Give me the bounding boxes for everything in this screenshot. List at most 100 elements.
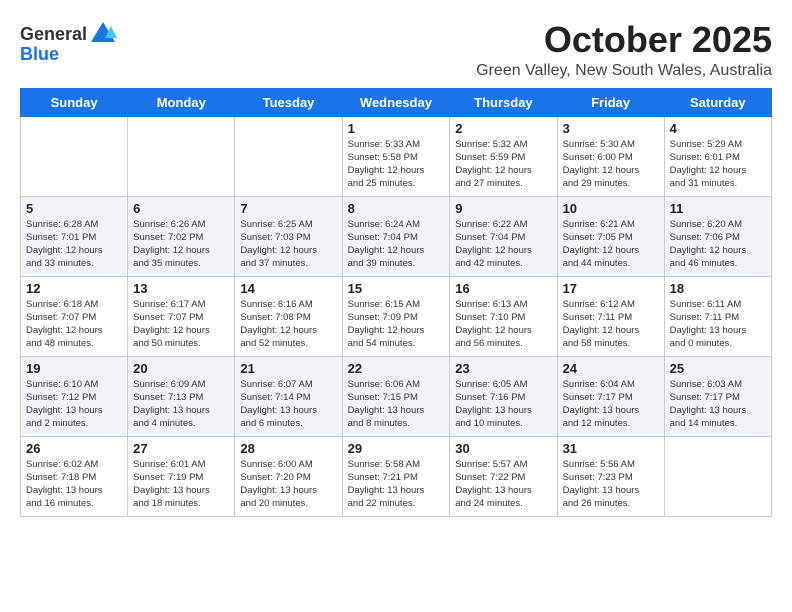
day-number: 12 [26, 281, 122, 296]
month-title: October 2025 [476, 20, 772, 60]
day-info: Sunrise: 6:16 AM Sunset: 7:08 PM Dayligh… [240, 298, 336, 351]
header-saturday: Saturday [664, 88, 771, 116]
day-info: Sunrise: 6:24 AM Sunset: 7:04 PM Dayligh… [348, 218, 445, 271]
day-number: 23 [455, 361, 551, 376]
calendar-cell: 9Sunrise: 6:22 AM Sunset: 7:04 PM Daylig… [450, 196, 557, 276]
day-info: Sunrise: 6:10 AM Sunset: 7:12 PM Dayligh… [26, 378, 122, 431]
calendar-table: Sunday Monday Tuesday Wednesday Thursday… [20, 88, 772, 517]
day-info: Sunrise: 5:57 AM Sunset: 7:22 PM Dayligh… [455, 458, 551, 511]
logo-icon [89, 20, 117, 48]
day-info: Sunrise: 6:28 AM Sunset: 7:01 PM Dayligh… [26, 218, 122, 271]
day-number: 7 [240, 201, 336, 216]
calendar-cell: 1 Sunrise: 5:33 AM Sunset: 5:58 PM Daylig… [342, 116, 450, 196]
day-info: Sunrise: 6:26 AM Sunset: 7:02 PM Dayligh… [133, 218, 229, 271]
logo-general: General [20, 24, 87, 45]
calendar-cell: 29 Sunrise: 5:58 AM Sunset: 7:21 PM Dayli… [342, 436, 450, 516]
calendar-cell: 27 Sunrise: 6:01 AM Sunset: 7:19 PM Dayli… [128, 436, 235, 516]
calendar-cell: 21 Sunrise: 6:07 AM Sunset: 7:14 PM Dayli… [235, 356, 342, 436]
day-info: Sunrise: 6:00 AM Sunset: 7:20 PM Dayligh… [240, 458, 336, 511]
calendar-cell: 3 Sunrise: 5:30 AM Sunset: 6:00 PM Daylig… [557, 116, 664, 196]
calendar-cell [664, 436, 771, 516]
day-number: 30 [455, 441, 551, 456]
page-header: General Blue October 2025 Green Valley, … [20, 20, 772, 80]
day-info: Sunrise: 6:01 AM Sunset: 7:19 PM Dayligh… [133, 458, 229, 511]
day-info: Sunrise: 6:17 AM Sunset: 7:07 PM Dayligh… [133, 298, 229, 351]
calendar-cell: 20Sunrise: 6:09 AM Sunset: 7:13 PM Dayli… [128, 356, 235, 436]
calendar-cell: 11 Sunrise: 6:20 AM Sunset: 7:06 PM Dayli… [664, 196, 771, 276]
day-number: 27 [133, 441, 229, 456]
calendar-cell: 15 Sunrise: 6:15 AM Sunset: 7:09 PM Dayli… [342, 276, 450, 356]
day-info: Sunrise: 6:25 AM Sunset: 7:03 PM Dayligh… [240, 218, 336, 271]
calendar-cell: 14 Sunrise: 6:16 AM Sunset: 7:08 PM Dayli… [235, 276, 342, 356]
calendar-cell: 12Sunrise: 6:18 AM Sunset: 7:07 PM Dayli… [21, 276, 128, 356]
day-info: Sunrise: 6:15 AM Sunset: 7:09 PM Dayligh… [348, 298, 445, 351]
day-number: 31 [563, 441, 659, 456]
calendar-cell: 13 Sunrise: 6:17 AM Sunset: 7:07 PM Dayli… [128, 276, 235, 356]
day-info: Sunrise: 5:58 AM Sunset: 7:21 PM Dayligh… [348, 458, 445, 511]
day-number: 25 [670, 361, 766, 376]
day-number: 3 [563, 121, 659, 136]
calendar-cell: 4Sunrise: 5:29 AM Sunset: 6:01 PM Daylig… [664, 116, 771, 196]
calendar-cell: 5 Sunrise: 6:28 AM Sunset: 7:01 PM Daylig… [21, 196, 128, 276]
header-monday: Monday [128, 88, 235, 116]
calendar-cell: 26 Sunrise: 6:02 AM Sunset: 7:18 PM Dayli… [21, 436, 128, 516]
day-number: 5 [26, 201, 122, 216]
calendar-cell [21, 116, 128, 196]
calendar-week-1: 1 Sunrise: 5:33 AM Sunset: 5:58 PM Daylig… [21, 116, 772, 196]
day-number: 16 [455, 281, 551, 296]
day-number: 24 [563, 361, 659, 376]
day-info: Sunrise: 6:02 AM Sunset: 7:18 PM Dayligh… [26, 458, 122, 511]
calendar-cell [235, 116, 342, 196]
calendar-cell: 17Sunrise: 6:12 AM Sunset: 7:11 PM Dayli… [557, 276, 664, 356]
calendar-cell: 23 Sunrise: 6:05 AM Sunset: 7:16 PM Dayli… [450, 356, 557, 436]
day-number: 29 [348, 441, 445, 456]
weekday-header-row: Sunday Monday Tuesday Wednesday Thursday… [21, 88, 772, 116]
day-info: Sunrise: 6:06 AM Sunset: 7:15 PM Dayligh… [348, 378, 445, 431]
calendar-cell: 25Sunrise: 6:03 AM Sunset: 7:17 PM Dayli… [664, 356, 771, 436]
day-number: 13 [133, 281, 229, 296]
header-wednesday: Wednesday [342, 88, 450, 116]
day-number: 14 [240, 281, 336, 296]
calendar-cell: 10 Sunrise: 6:21 AM Sunset: 7:05 PM Dayli… [557, 196, 664, 276]
day-number: 26 [26, 441, 122, 456]
calendar-week-2: 5 Sunrise: 6:28 AM Sunset: 7:01 PM Daylig… [21, 196, 772, 276]
day-info: Sunrise: 5:30 AM Sunset: 6:00 PM Dayligh… [563, 138, 659, 191]
calendar-cell: 19 Sunrise: 6:10 AM Sunset: 7:12 PM Dayli… [21, 356, 128, 436]
day-number: 2 [455, 121, 551, 136]
day-number: 10 [563, 201, 659, 216]
header-thursday: Thursday [450, 88, 557, 116]
day-number: 19 [26, 361, 122, 376]
calendar-cell: 18Sunrise: 6:11 AM Sunset: 7:11 PM Dayli… [664, 276, 771, 356]
day-number: 22 [348, 361, 445, 376]
day-info: Sunrise: 6:05 AM Sunset: 7:16 PM Dayligh… [455, 378, 551, 431]
day-number: 21 [240, 361, 336, 376]
day-info: Sunrise: 6:21 AM Sunset: 7:05 PM Dayligh… [563, 218, 659, 271]
day-info: Sunrise: 5:32 AM Sunset: 5:59 PM Dayligh… [455, 138, 551, 191]
logo: General Blue [20, 20, 117, 65]
day-info: Sunrise: 6:04 AM Sunset: 7:17 PM Dayligh… [563, 378, 659, 431]
calendar-cell: 30 Sunrise: 5:57 AM Sunset: 7:22 PM Dayli… [450, 436, 557, 516]
day-number: 4 [670, 121, 766, 136]
day-info: Sunrise: 6:13 AM Sunset: 7:10 PM Dayligh… [455, 298, 551, 351]
day-info: Sunrise: 6:07 AM Sunset: 7:14 PM Dayligh… [240, 378, 336, 431]
calendar-cell: 2 Sunrise: 5:32 AM Sunset: 5:59 PM Daylig… [450, 116, 557, 196]
calendar-cell: 7 Sunrise: 6:25 AM Sunset: 7:03 PM Daylig… [235, 196, 342, 276]
day-info: Sunrise: 5:33 AM Sunset: 5:58 PM Dayligh… [348, 138, 445, 191]
day-number: 15 [348, 281, 445, 296]
day-number: 1 [348, 121, 445, 136]
calendar-cell: 28Sunrise: 6:00 AM Sunset: 7:20 PM Dayli… [235, 436, 342, 516]
day-info: Sunrise: 6:20 AM Sunset: 7:06 PM Dayligh… [670, 218, 766, 271]
header-tuesday: Tuesday [235, 88, 342, 116]
calendar-cell: 31 Sunrise: 5:56 AM Sunset: 7:23 PM Dayli… [557, 436, 664, 516]
day-number: 11 [670, 201, 766, 216]
calendar-week-4: 19 Sunrise: 6:10 AM Sunset: 7:12 PM Dayli… [21, 356, 772, 436]
calendar-cell: 6 Sunrise: 6:26 AM Sunset: 7:02 PM Daylig… [128, 196, 235, 276]
location-subtitle: Green Valley, New South Wales, Australia [476, 62, 772, 80]
day-number: 6 [133, 201, 229, 216]
title-section: October 2025 Green Valley, New South Wal… [476, 20, 772, 80]
day-info: Sunrise: 5:56 AM Sunset: 7:23 PM Dayligh… [563, 458, 659, 511]
day-info: Sunrise: 6:11 AM Sunset: 7:11 PM Dayligh… [670, 298, 766, 351]
calendar-week-3: 12Sunrise: 6:18 AM Sunset: 7:07 PM Dayli… [21, 276, 772, 356]
day-number: 9 [455, 201, 551, 216]
day-number: 20 [133, 361, 229, 376]
